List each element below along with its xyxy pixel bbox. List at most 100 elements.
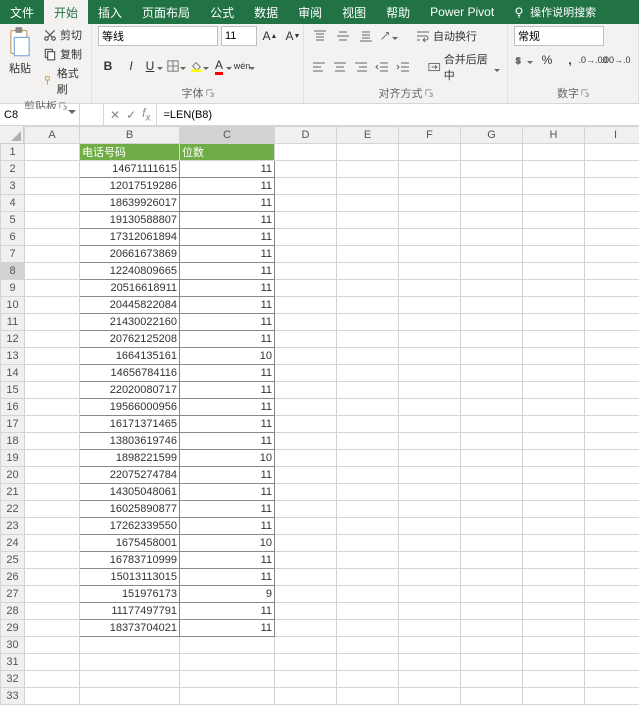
row-header-21[interactable]: 21 <box>1 484 25 501</box>
cancel-formula-button[interactable]: ✕ <box>110 108 120 122</box>
cell-A28[interactable] <box>25 603 80 620</box>
cell-I24[interactable] <box>585 535 639 552</box>
cell-B27[interactable]: 151976173 <box>80 586 180 603</box>
cell-E7[interactable] <box>337 246 399 263</box>
cell-H28[interactable] <box>523 603 585 620</box>
cell-I5[interactable] <box>585 212 639 229</box>
name-box[interactable] <box>0 104 80 125</box>
cell-C6[interactable]: 11 <box>180 229 275 246</box>
percent-button[interactable]: % <box>537 50 557 70</box>
cell-E10[interactable] <box>337 297 399 314</box>
cell-A27[interactable] <box>25 586 80 603</box>
col-header-E[interactable]: E <box>337 127 399 144</box>
cell-I25[interactable] <box>585 552 639 569</box>
cell-H15[interactable] <box>523 382 585 399</box>
row-header-16[interactable]: 16 <box>1 399 25 416</box>
cell-B23[interactable]: 17262339550 <box>80 518 180 535</box>
tell-me-search[interactable]: 操作说明搜索 <box>504 0 604 24</box>
menu-tab[interactable]: Power Pivot <box>420 0 504 24</box>
row-header-11[interactable]: 11 <box>1 314 25 331</box>
cell-D33[interactable] <box>275 688 337 705</box>
cell-H21[interactable] <box>523 484 585 501</box>
cell-D17[interactable] <box>275 416 337 433</box>
cell-B10[interactable]: 20445822084 <box>80 297 180 314</box>
cell-E8[interactable] <box>337 263 399 280</box>
cell-C16[interactable]: 11 <box>180 399 275 416</box>
cell-I4[interactable] <box>585 195 639 212</box>
cell-B33[interactable] <box>80 688 180 705</box>
cell-E26[interactable] <box>337 569 399 586</box>
cell-F2[interactable] <box>399 161 461 178</box>
cell-B5[interactable]: 19130588807 <box>80 212 180 229</box>
cell-A14[interactable] <box>25 365 80 382</box>
align-right-button[interactable] <box>352 57 370 77</box>
cell-E28[interactable] <box>337 603 399 620</box>
cell-F11[interactable] <box>399 314 461 331</box>
cell-D21[interactable] <box>275 484 337 501</box>
cell-I2[interactable] <box>585 161 639 178</box>
cell-G5[interactable] <box>461 212 523 229</box>
increase-indent-button[interactable] <box>394 57 412 77</box>
cell-D10[interactable] <box>275 297 337 314</box>
cell-A11[interactable] <box>25 314 80 331</box>
cell-B18[interactable]: 13803619746 <box>80 433 180 450</box>
cell-C30[interactable] <box>180 637 275 654</box>
cell-D6[interactable] <box>275 229 337 246</box>
cell-D30[interactable] <box>275 637 337 654</box>
cell-C21[interactable]: 11 <box>180 484 275 501</box>
row-header-22[interactable]: 22 <box>1 501 25 518</box>
cell-G2[interactable] <box>461 161 523 178</box>
row-header-26[interactable]: 26 <box>1 569 25 586</box>
cell-H30[interactable] <box>523 637 585 654</box>
cell-E13[interactable] <box>337 348 399 365</box>
cell-G26[interactable] <box>461 569 523 586</box>
cell-C3[interactable]: 11 <box>180 178 275 195</box>
cell-C20[interactable]: 11 <box>180 467 275 484</box>
cell-F18[interactable] <box>399 433 461 450</box>
cell-I22[interactable] <box>585 501 639 518</box>
cell-C14[interactable]: 11 <box>180 365 275 382</box>
row-header-9[interactable]: 9 <box>1 280 25 297</box>
cell-D2[interactable] <box>275 161 337 178</box>
cell-I19[interactable] <box>585 450 639 467</box>
row-header-20[interactable]: 20 <box>1 467 25 484</box>
cell-C12[interactable]: 11 <box>180 331 275 348</box>
cell-F23[interactable] <box>399 518 461 535</box>
cell-I14[interactable] <box>585 365 639 382</box>
row-header-23[interactable]: 23 <box>1 518 25 535</box>
cell-E24[interactable] <box>337 535 399 552</box>
cell-G1[interactable] <box>461 144 523 161</box>
cell-F16[interactable] <box>399 399 461 416</box>
cell-B26[interactable]: 15013113015 <box>80 569 180 586</box>
cell-F3[interactable] <box>399 178 461 195</box>
cell-I12[interactable] <box>585 331 639 348</box>
align-bottom-button[interactable] <box>356 26 376 46</box>
cell-G17[interactable] <box>461 416 523 433</box>
cell-F33[interactable] <box>399 688 461 705</box>
cell-I1[interactable] <box>585 144 639 161</box>
cell-G24[interactable] <box>461 535 523 552</box>
cell-H25[interactable] <box>523 552 585 569</box>
cell-D16[interactable] <box>275 399 337 416</box>
col-header-B[interactable]: B <box>80 127 180 144</box>
cell-E16[interactable] <box>337 399 399 416</box>
cell-B11[interactable]: 21430022160 <box>80 314 180 331</box>
name-box-input[interactable] <box>4 109 59 121</box>
cell-B22[interactable]: 16025890877 <box>80 501 180 518</box>
cell-F5[interactable] <box>399 212 461 229</box>
cell-G32[interactable] <box>461 671 523 688</box>
cell-I30[interactable] <box>585 637 639 654</box>
row-header-14[interactable]: 14 <box>1 365 25 382</box>
cell-I7[interactable] <box>585 246 639 263</box>
cell-E25[interactable] <box>337 552 399 569</box>
increase-font-button[interactable]: A▲ <box>260 26 280 46</box>
cell-B32[interactable] <box>80 671 180 688</box>
cell-I15[interactable] <box>585 382 639 399</box>
row-header-8[interactable]: 8 <box>1 263 25 280</box>
cell-F15[interactable] <box>399 382 461 399</box>
row-header-32[interactable]: 32 <box>1 671 25 688</box>
cell-H17[interactable] <box>523 416 585 433</box>
cell-G6[interactable] <box>461 229 523 246</box>
cell-E31[interactable] <box>337 654 399 671</box>
cell-A16[interactable] <box>25 399 80 416</box>
